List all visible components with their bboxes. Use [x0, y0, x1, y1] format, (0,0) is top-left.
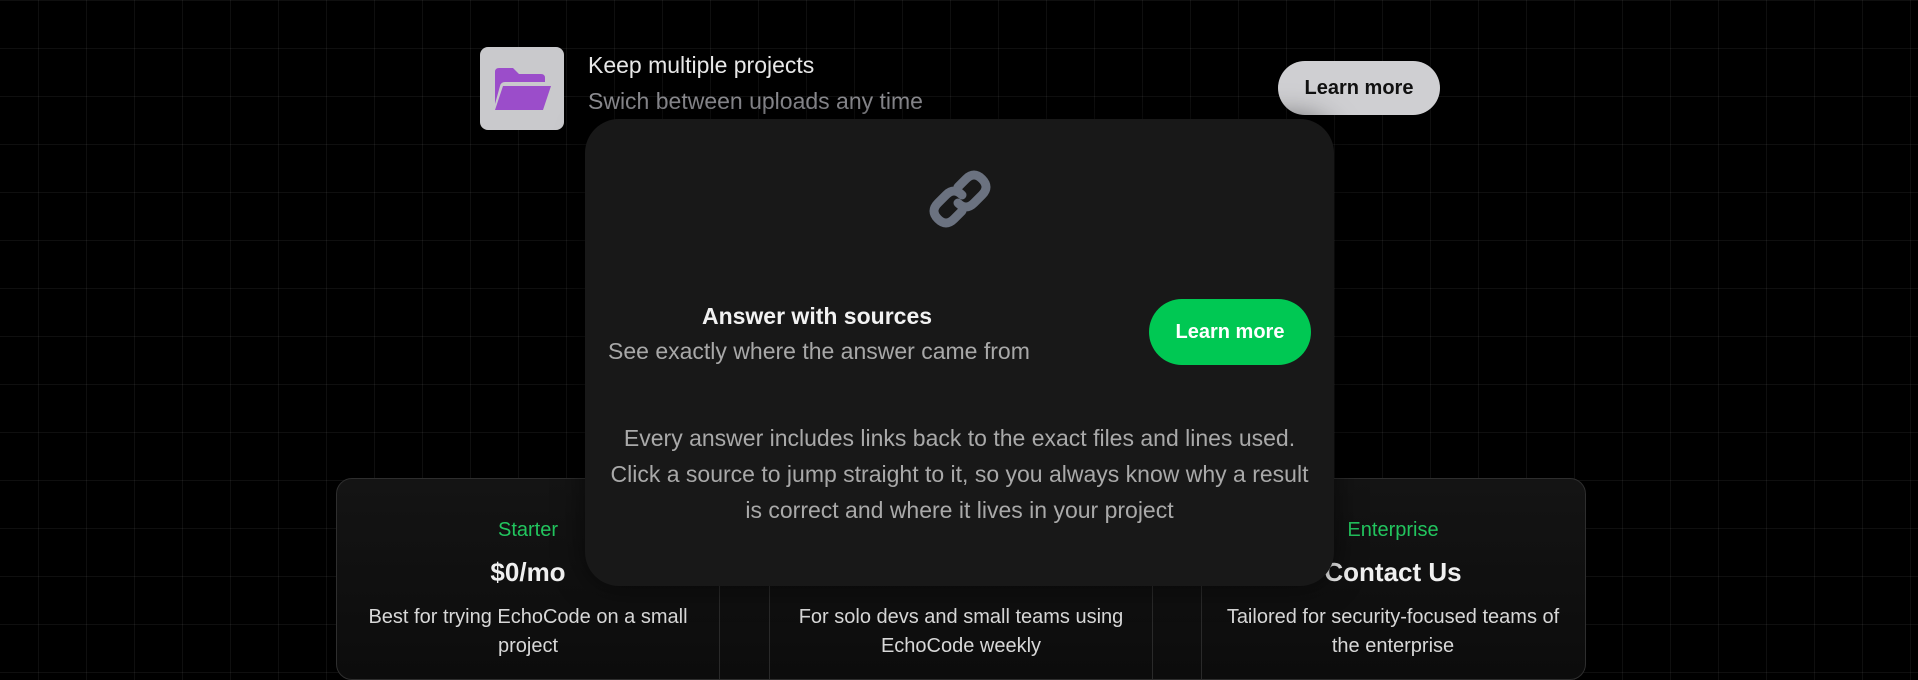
tier-description: For solo devs and small teams using Echo…: [798, 606, 1124, 657]
tier-description: Tailored for security-focused teams of t…: [1226, 606, 1560, 657]
feature-title: Keep multiple projects: [588, 52, 815, 78]
feature-row: Keep multiple projects Swich between upl…: [480, 46, 1442, 130]
modal-subtitle: See exactly where the answer came from: [608, 338, 1030, 364]
feature-subtitle: Swich between uploads any time: [588, 88, 923, 114]
folder-icon: [480, 47, 564, 130]
modal-title: Answer with sources: [701, 303, 933, 329]
feature-modal: Answer with sources See exactly where th…: [585, 119, 1334, 586]
learn-more-button[interactable]: Learn more: [1149, 299, 1311, 365]
link-icon: [929, 170, 991, 228]
learn-more-button[interactable]: Learn more: [1278, 61, 1440, 115]
modal-body: Every answer includes links back to the …: [610, 425, 1309, 523]
tier-description: Best for trying EchoCode on a small proj…: [368, 606, 688, 657]
